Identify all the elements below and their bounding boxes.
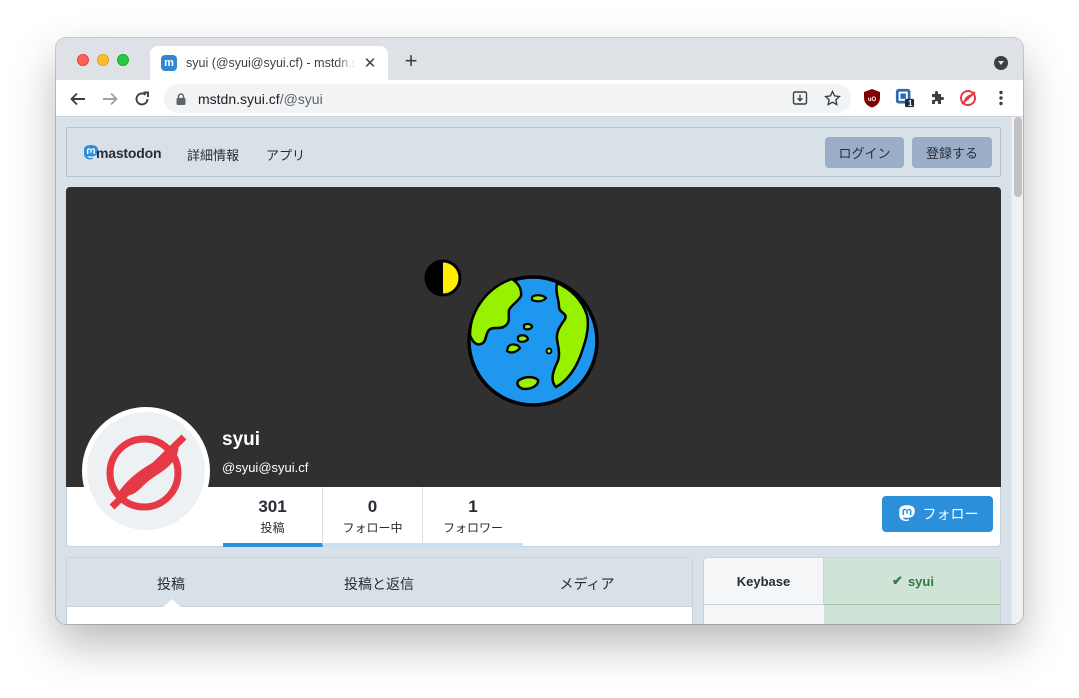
keybase-value: syui	[907, 573, 934, 589]
lock-icon	[176, 93, 186, 105]
close-window-button[interactable]	[77, 54, 89, 66]
tab-posts[interactable]: 投稿	[67, 574, 275, 594]
new-tab-button[interactable]: +	[400, 50, 422, 72]
red-bird-avatar-icon	[106, 434, 187, 511]
bookmark-star-icon[interactable]	[824, 90, 841, 107]
forward-button[interactable]	[98, 87, 122, 111]
profile-tabs-panel: 投稿 投稿と返信 メディア	[66, 557, 693, 624]
svg-text:uO: uO	[868, 97, 877, 103]
earth-moon-illustration	[424, 259, 599, 407]
ublock-extension-icon[interactable]: uO	[862, 88, 882, 108]
mastodon-extension-icon[interactable]: 1	[895, 88, 915, 108]
register-button[interactable]: 登録する	[912, 137, 992, 168]
profile-tabs: 投稿 投稿と返信 メディア	[67, 558, 692, 607]
web-page: mastodon 詳細情報 アプリ ログイン 登録する 301 投稿 0 フォロ…	[56, 117, 1011, 624]
mastodon-icon	[898, 505, 915, 522]
counter-followers[interactable]: 1 フォロワー	[423, 487, 523, 547]
login-button[interactable]: ログイン	[825, 137, 904, 168]
nav-link-about[interactable]: 詳細情報	[187, 145, 239, 164]
browser-toolbar: mstdn.syui.cf/@syui uO 1	[56, 80, 1023, 117]
field-name-keybase: Keybase	[704, 558, 824, 605]
followers-label: フォロワー	[442, 521, 503, 535]
red-bird-extension-icon[interactable]	[958, 88, 978, 108]
posts-label: 投稿	[260, 521, 285, 535]
following-count: 0	[367, 497, 378, 516]
following-label: フォロー中	[342, 521, 403, 535]
forward-arrow-icon	[103, 92, 118, 106]
tab-close-icon[interactable]: ✕	[362, 54, 378, 72]
zoom-window-button[interactable]	[117, 54, 129, 66]
follow-label: フォロー	[922, 506, 979, 522]
reload-icon	[135, 91, 149, 106]
mastodon-header: mastodon 詳細情報 アプリ ログイン 登録する	[66, 127, 1001, 177]
counter-following[interactable]: 0 フォロー中	[323, 487, 423, 547]
install-app-icon[interactable]	[792, 90, 808, 106]
title-bar: m syui (@syui@syui.cf) - mstdn.syui.cf ✕…	[56, 38, 1023, 80]
browser-menu-icon[interactable]	[991, 88, 1011, 108]
field-value-continued	[824, 605, 1000, 624]
tab-title: syui (@syui@syui.cf) - mstdn.syui.cf	[186, 56, 356, 70]
mastodon-logo[interactable]: mastodon	[82, 144, 161, 162]
mastodon-favicon-icon: m	[161, 55, 177, 71]
back-arrow-icon	[70, 92, 85, 106]
profile-info-bar: 301 投稿 0 フォロー中 1 フォロワー フォロー	[66, 487, 1001, 547]
tab-media[interactable]: メディア	[483, 574, 691, 594]
browser-window: m syui (@syui@syui.cf) - mstdn.syui.cf ✕…	[56, 38, 1023, 624]
display-name: syui	[222, 429, 261, 450]
verified-check-icon: ✔	[892, 573, 903, 588]
url-path: /@syui	[279, 91, 323, 107]
profile-header-image	[66, 187, 1001, 487]
active-tab-indicator	[163, 599, 181, 607]
back-button[interactable]	[66, 87, 90, 111]
page-scrollbar[interactable]	[1011, 117, 1023, 624]
scrollbar-thumb[interactable]	[1014, 117, 1022, 197]
extensions-puzzle-icon[interactable]	[927, 88, 947, 108]
reload-button[interactable]	[130, 87, 154, 111]
posts-count: 301	[258, 497, 287, 516]
followers-count: 1	[468, 497, 478, 516]
nav-link-apps[interactable]: アプリ	[266, 145, 305, 164]
extension-badge: 1	[908, 99, 913, 108]
profile-fields: Keybase ✔ syui	[703, 557, 1001, 624]
follow-button[interactable]: フォロー	[882, 496, 993, 532]
logo-text: mastodon	[96, 145, 162, 161]
avatar	[82, 407, 210, 535]
browser-tab[interactable]: m syui (@syui@syui.cf) - mstdn.syui.cf ✕	[150, 46, 388, 80]
account-handle: @syui@syui.cf	[222, 460, 309, 475]
minimize-window-button[interactable]	[97, 54, 109, 66]
url-host: mstdn.syui.cf	[198, 91, 280, 107]
field-value-keybase[interactable]: ✔ syui	[824, 558, 1000, 605]
tab-search-icon[interactable]	[994, 56, 1008, 70]
tab-posts-and-replies[interactable]: 投稿と返信	[275, 574, 483, 594]
address-bar[interactable]: mstdn.syui.cf/@syui	[164, 84, 851, 113]
url-text: mstdn.syui.cf/@syui	[198, 91, 323, 107]
counter-posts[interactable]: 301 投稿	[223, 487, 323, 547]
